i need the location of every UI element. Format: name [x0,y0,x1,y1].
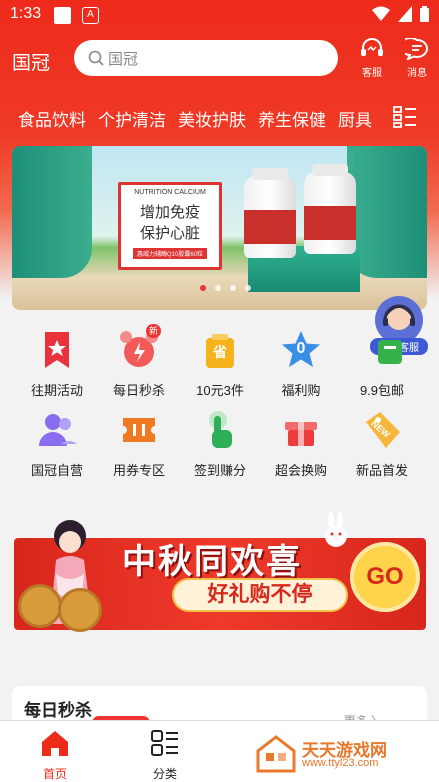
banner-curtain-left [12,146,92,278]
category-tab[interactable]: 食品饮料 [18,106,86,131]
gift-box-icon [285,422,317,446]
category-grid-icon [151,730,178,756]
shortcut-member-exchange[interactable]: 超会换购 [261,408,341,479]
shortcut-past-events[interactable]: 往期活动 [17,328,97,399]
supplement-bottle-image [304,164,356,254]
banner-card-tag: 惠威力辅酶Q10胶囊60粒 [132,248,207,259]
category-tabs: 食品饮料 个护清洁 美妆护肤 养生保健 厨具 [0,96,439,136]
category-menu-icon[interactable] [393,106,417,128]
home-icon [42,731,68,756]
messages-button[interactable]: 消息 [397,37,437,79]
seckill-title: 每日秒杀 [24,701,92,720]
promo-subtitle: 好礼购不停 [172,578,348,612]
shortcut-label: 用券专区 [112,463,165,478]
signal-icon [398,6,412,22]
app-notification-icon: A [82,7,99,24]
bookmark-star-icon [45,332,69,368]
mooncake-image [58,588,102,632]
service-label: 客服 [362,68,382,79]
chat-bubble-icon [399,37,428,61]
headset-icon [361,38,383,56]
shortcut-label: 9.9包邮 [359,383,405,398]
promo-go-button[interactable]: GO [350,542,420,612]
shortcut-daily-seckill[interactable]: 新 每日秒杀 [99,324,179,399]
rabbit-icon [325,512,347,547]
search-icon [88,50,104,66]
wifi-icon [372,6,390,21]
zero-glyph: 0 [296,340,306,357]
category-tab[interactable]: 个护清洁 [98,106,166,131]
shortcut-label: 往期活动 [30,383,83,398]
tab-category-label: 分类 [152,767,177,781]
mid-autumn-promo-banner[interactable]: 中秋同欢喜 好礼购不停 GO [14,508,426,638]
mooncake-image [18,584,62,628]
promo-banner-carousel[interactable]: NUTRITION CALCIUM 增加免疫 保护心脏 惠威力辅酶Q10胶囊60… [12,146,427,310]
message-label: 消息 [407,68,427,79]
watermark-logo: 天天游戏网 www.ttyl23.com [256,735,432,775]
shortcut-10yuan-3items[interactable]: 省 10元3件 [180,328,260,399]
banner-product-card: NUTRITION CALCIUM 增加免疫 保护心脏 惠威力辅酶Q10胶囊60… [118,182,222,270]
carousel-indicator [200,285,251,291]
save-glyph: 省 [213,344,227,360]
category-tab[interactable]: 厨具 [338,106,372,131]
shortcut-new-arrivals[interactable]: NEW 新品首发 [342,408,422,479]
banner-card-en: NUTRITION CALCIUM [134,189,206,196]
status-bar: 1:33 A [0,0,439,30]
supplement-bottle-image [244,168,296,258]
shortcut-label: 每日秒杀 [112,383,165,398]
search-input[interactable]: 国冠 [74,40,338,76]
shortcut-checkin-points[interactable]: 签到赚分 [180,408,260,479]
notification-icon [54,7,71,24]
shortcut-label: 签到赚分 [193,463,246,478]
banner-card-line1: 增加免疫 [139,204,200,221]
battery-icon [420,6,429,22]
search-placeholder: 国冠 [108,50,139,68]
shortcut-label: 超会换购 [274,463,327,478]
category-tab[interactable]: 养生保健 [258,106,326,131]
new-badge: 新 [145,324,161,338]
promo-title: 中秋同欢喜 [122,543,302,581]
users-icon [39,414,77,446]
shortcut-label: 新品首发 [355,463,408,478]
shortcut-self-operated[interactable]: 国冠自营 [17,408,97,479]
shortcut-label: 福利购 [281,383,321,398]
shortcut-free-shipping[interactable]: 9.9包邮 [342,328,422,399]
watermark-url: www.ttyl23.com [302,757,379,769]
tab-home-label: 首页 [42,767,67,781]
brand-logo-text: 国冠 [12,53,51,74]
shortcut-welfare-buy[interactable]: 0 福利购 [261,328,341,399]
status-time: 1:33 [10,5,42,22]
shipping-box-icon [378,340,402,364]
coupon-ticket-icon [123,418,155,442]
watermark-house-icon [256,735,296,773]
customer-service-button[interactable]: 客服 [352,38,392,79]
app-header: 国冠 国冠 客服 消息 [0,36,439,82]
tab-category[interactable]: 分类 [130,729,200,782]
banner-card-line2: 保护心脏 [139,225,200,242]
shortcut-coupon-zone[interactable]: 用券专区 [99,408,179,479]
tap-hand-icon [209,411,232,448]
category-tab[interactable]: 美妆护肤 [178,106,246,131]
shortcut-label: 10元3件 [196,383,244,398]
tab-home[interactable]: 首页 [20,729,90,782]
shortcut-label: 国冠自营 [30,463,83,478]
